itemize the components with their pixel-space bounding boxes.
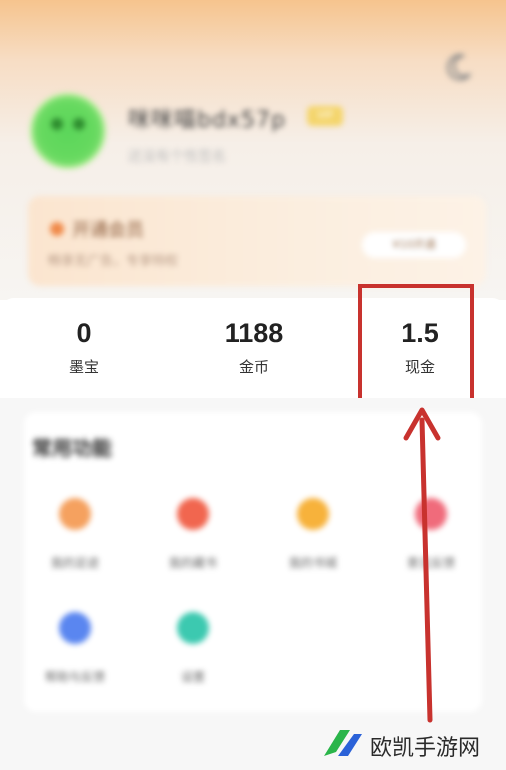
func-footprint[interactable]: 我的足迹 [30, 498, 120, 588]
vip-open-button[interactable]: ¥10开通 [362, 232, 466, 258]
stat-label: 金币 [238, 358, 269, 376]
feedback-icon [415, 498, 447, 530]
profile-subtitle[interactable]: 还没有个性签名 [128, 146, 226, 166]
stat-coins[interactable]: 1188 金币 [170, 298, 338, 398]
func-label: 我的书城 [288, 556, 337, 570]
site-logo-icon [324, 730, 362, 756]
avatar-eye-right [73, 118, 85, 130]
vip-card-title: 开通会员 [72, 220, 144, 241]
avatar-eye-left [51, 118, 63, 130]
func-store[interactable]: 我的书城 [268, 498, 358, 588]
func-label: 我的藏书 [168, 556, 217, 570]
func-settings[interactable]: 设置 [148, 612, 238, 702]
footprint-icon [59, 498, 91, 530]
store-icon [297, 498, 329, 530]
common-functions-title: 常用功能 [32, 436, 112, 460]
username[interactable]: 咪咪喵bdx57p [128, 102, 286, 134]
vip-card[interactable]: 开通会员 畅享无广告，专享特权 ¥10开通 [28, 196, 486, 286]
stat-mobao[interactable]: 0 墨宝 [0, 298, 168, 398]
crown-icon [50, 222, 64, 236]
stat-value: 1188 [224, 318, 284, 348]
func-label: 我的足迹 [50, 556, 99, 570]
watermark-text: 欧凯手游网 [370, 736, 481, 761]
stat-value: 0 [76, 318, 92, 348]
func-label: 设置 [180, 670, 205, 684]
avatar[interactable] [30, 93, 106, 169]
func-feedback[interactable]: 意见反馈 [386, 498, 476, 588]
vip-card-desc: 畅享无广告，专享特权 [48, 254, 179, 269]
heart-icon [177, 498, 209, 530]
watermark: 欧凯手游网 [320, 724, 500, 764]
cash-highlight-box [358, 284, 474, 404]
vip-badge: VIP [307, 106, 343, 126]
screen: 咪咪喵bdx57p VIP 还没有个性签名 开通会员 畅享无广告，专享特权 ¥1… [0, 0, 506, 770]
func-label: 帮助与反馈 [44, 670, 105, 684]
func-collection[interactable]: 我的藏书 [148, 498, 238, 588]
func-label: 意见反馈 [406, 556, 455, 570]
night-mode-icon[interactable] [444, 52, 474, 82]
help-icon [59, 612, 91, 644]
func-help[interactable]: 帮助与反馈 [30, 612, 120, 702]
settings-icon [177, 612, 209, 644]
stat-label: 墨宝 [68, 358, 99, 376]
